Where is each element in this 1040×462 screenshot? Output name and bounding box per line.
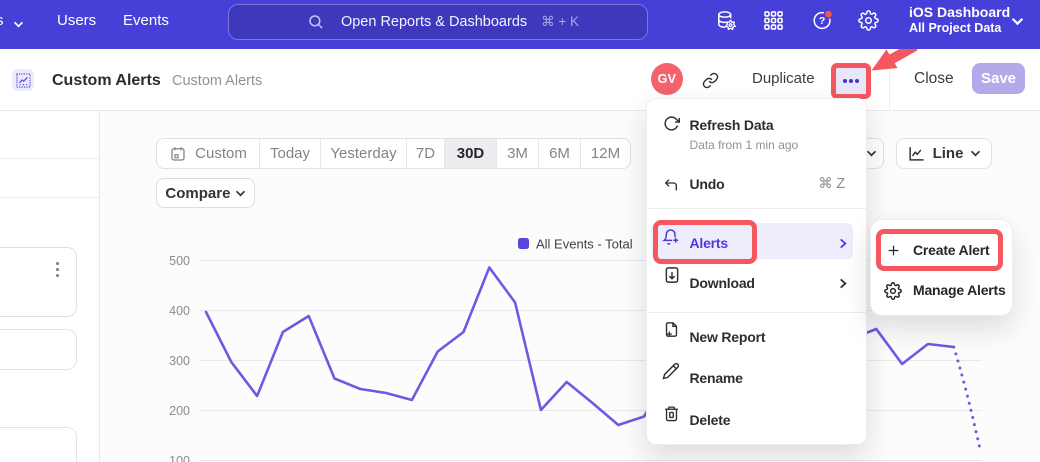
svg-text:?: ? <box>819 15 825 27</box>
svg-text:200: 200 <box>169 404 190 418</box>
svg-text:100: 100 <box>169 454 190 462</box>
svg-text:400: 400 <box>169 304 190 318</box>
svg-text:500: 500 <box>169 254 190 268</box>
svg-text:300: 300 <box>169 354 190 368</box>
svg-text:All Events - Total: All Events - Total <box>536 237 633 252</box>
